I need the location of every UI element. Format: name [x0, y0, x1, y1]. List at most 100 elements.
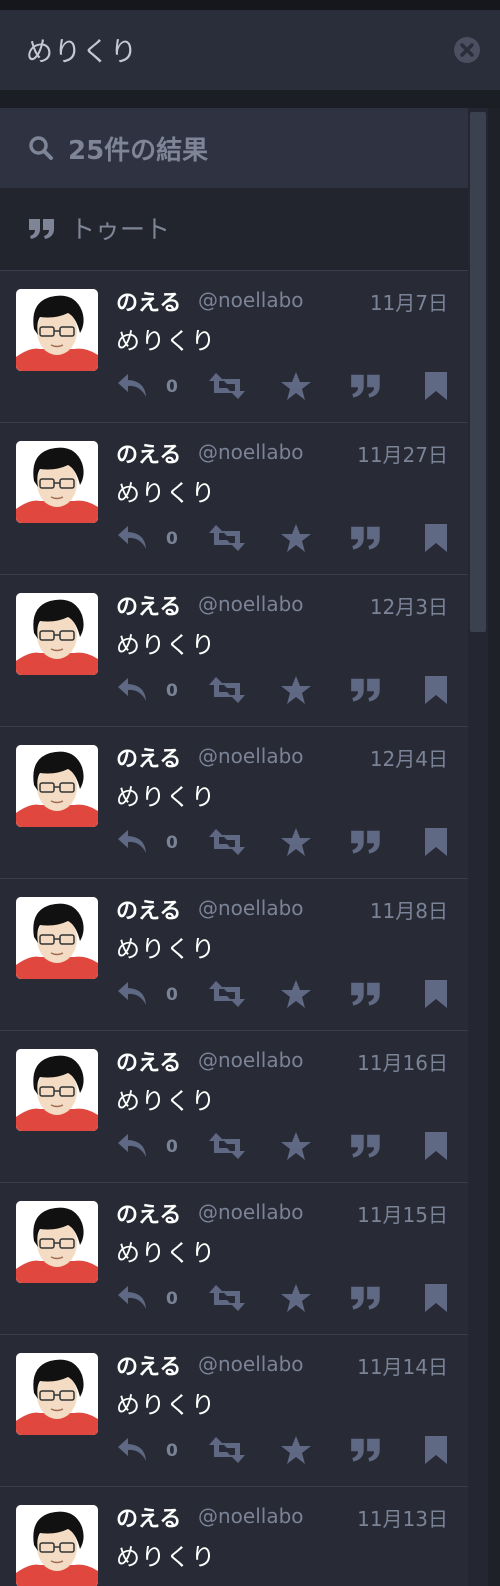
display-name[interactable]: のえる — [116, 285, 181, 317]
search-bar[interactable]: めりくり — [0, 10, 500, 90]
star-icon — [281, 372, 311, 400]
reply-button[interactable] — [116, 1435, 150, 1469]
favourite-button[interactable] — [280, 979, 312, 1013]
quote-button[interactable] — [350, 1435, 382, 1467]
bookmark-button[interactable] — [424, 1131, 448, 1165]
account-handle[interactable]: @noellabo — [198, 1504, 304, 1528]
toot-item[interactable]: のえる @noellabo 11月13日 めりくり 0 — [0, 1487, 468, 1586]
retweet-icon — [209, 677, 245, 703]
avatar[interactable] — [16, 1201, 98, 1283]
display-name[interactable]: のえる — [116, 1045, 181, 1077]
account-handle[interactable]: @noellabo — [198, 288, 304, 312]
quote-icon — [351, 1286, 380, 1310]
display-name[interactable]: のえる — [116, 893, 181, 925]
quote-button[interactable] — [350, 371, 382, 403]
quote-button[interactable] — [350, 675, 382, 707]
display-name[interactable]: のえる — [116, 1501, 181, 1533]
favourite-button[interactable] — [280, 371, 312, 405]
boost-button[interactable] — [208, 827, 246, 861]
timestamp[interactable]: 12月3日 — [370, 591, 448, 620]
clear-search-button[interactable] — [454, 37, 480, 63]
timestamp[interactable]: 11月15日 — [357, 1199, 448, 1228]
toot-item[interactable]: のえる @noellabo 11月7日 めりくり 0 — [0, 271, 468, 423]
bookmark-button[interactable] — [424, 371, 448, 405]
timestamp[interactable]: 11月14日 — [357, 1351, 448, 1380]
toot-content: めりくり — [116, 1543, 216, 1571]
reply-button[interactable] — [116, 1131, 150, 1165]
quote-button[interactable] — [350, 1283, 382, 1315]
boost-button[interactable] — [208, 1435, 246, 1469]
quote-button[interactable] — [350, 523, 382, 555]
avatar[interactable] — [16, 1353, 98, 1435]
avatar[interactable] — [16, 593, 98, 675]
avatar[interactable] — [16, 745, 98, 827]
boost-button[interactable] — [208, 371, 246, 405]
bookmark-button[interactable] — [424, 523, 448, 557]
toot-item[interactable]: のえる @noellabo 11月16日 めりくり 0 — [0, 1031, 468, 1183]
toot-item[interactable]: のえる @noellabo 11月15日 めりくり 0 — [0, 1183, 468, 1335]
reply-button[interactable] — [116, 979, 150, 1013]
avatar[interactable] — [16, 441, 98, 523]
favourite-button[interactable] — [280, 1131, 312, 1165]
favourite-button[interactable] — [280, 675, 312, 709]
display-name[interactable]: のえる — [116, 1349, 181, 1381]
boost-button[interactable] — [208, 1131, 246, 1165]
toot-item[interactable]: のえる @noellabo 12月3日 めりくり 0 — [0, 575, 468, 727]
timestamp[interactable]: 11月13日 — [357, 1503, 448, 1532]
quote-button[interactable] — [350, 827, 382, 859]
boost-button[interactable] — [208, 675, 246, 709]
account-handle[interactable]: @noellabo — [198, 592, 304, 616]
account-handle[interactable]: @noellabo — [198, 1200, 304, 1224]
reply-button[interactable] — [116, 371, 150, 405]
avatar[interactable] — [16, 1049, 98, 1131]
retweet-icon — [209, 829, 245, 855]
retweet-icon — [209, 981, 245, 1007]
avatar[interactable] — [16, 1505, 98, 1586]
avatar[interactable] — [16, 897, 98, 979]
timestamp[interactable]: 11月8日 — [370, 895, 448, 924]
reply-button[interactable] — [116, 523, 150, 557]
toot-content: めりくり — [116, 1391, 216, 1419]
bookmark-button[interactable] — [424, 827, 448, 861]
display-name[interactable]: のえる — [116, 741, 181, 773]
account-handle[interactable]: @noellabo — [198, 896, 304, 920]
account-handle[interactable]: @noellabo — [198, 440, 304, 464]
search-input[interactable]: めりくり — [26, 30, 138, 69]
reply-button[interactable] — [116, 827, 150, 861]
favourite-button[interactable] — [280, 523, 312, 557]
favourite-button[interactable] — [280, 1283, 312, 1317]
display-name[interactable]: のえる — [116, 1197, 181, 1229]
boost-button[interactable] — [208, 1283, 246, 1317]
display-name[interactable]: のえる — [116, 437, 181, 469]
timestamp[interactable]: 11月7日 — [370, 287, 448, 316]
account-handle[interactable]: @noellabo — [198, 1352, 304, 1376]
toot-item[interactable]: のえる @noellabo 11月27日 めりくり 0 — [0, 423, 468, 575]
bookmark-button[interactable] — [424, 1435, 448, 1469]
favourite-button[interactable] — [280, 827, 312, 861]
boost-button[interactable] — [208, 979, 246, 1013]
timestamp[interactable]: 11月27日 — [357, 439, 448, 468]
avatar[interactable] — [16, 289, 98, 371]
account-handle[interactable]: @noellabo — [198, 744, 304, 768]
bookmark-button[interactable] — [424, 1283, 448, 1317]
reply-icon — [118, 1286, 146, 1309]
reply-count: 0 — [166, 1289, 178, 1309]
reply-button[interactable] — [116, 1283, 150, 1317]
bookmark-button[interactable] — [424, 675, 448, 709]
boost-button[interactable] — [208, 523, 246, 557]
toot-item[interactable]: のえる @noellabo 11月8日 めりくり 0 — [0, 879, 468, 1031]
timestamp[interactable]: 11月16日 — [357, 1047, 448, 1076]
timestamp[interactable]: 12月4日 — [370, 743, 448, 772]
scrollbar-thumb[interactable] — [470, 112, 486, 632]
display-name[interactable]: のえる — [116, 589, 181, 621]
favourite-button[interactable] — [280, 1435, 312, 1469]
quote-button[interactable] — [350, 1131, 382, 1163]
toot-item[interactable]: のえる @noellabo 12月4日 めりくり 0 — [0, 727, 468, 879]
toot-item[interactable]: のえる @noellabo 11月14日 めりくり 0 — [0, 1335, 468, 1487]
bookmark-icon — [425, 980, 447, 1008]
reply-icon — [118, 1134, 146, 1157]
account-handle[interactable]: @noellabo — [198, 1048, 304, 1072]
reply-button[interactable] — [116, 675, 150, 709]
quote-button[interactable] — [350, 979, 382, 1011]
bookmark-button[interactable] — [424, 979, 448, 1013]
